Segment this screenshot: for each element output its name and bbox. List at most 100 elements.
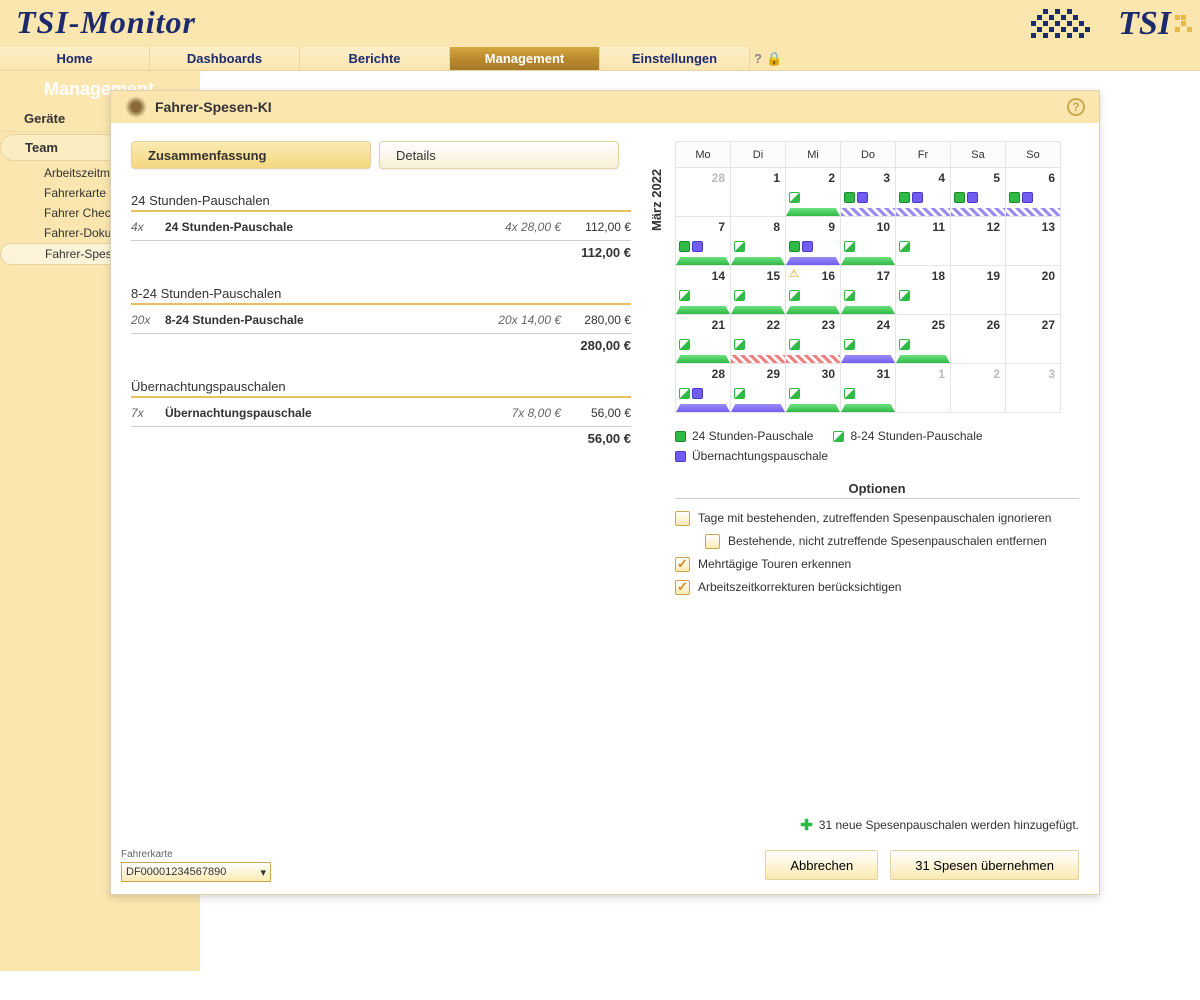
option-label: Bestehende, nicht zutreffende Spesenpaus… bbox=[728, 534, 1047, 548]
calendar-day[interactable]: 10 bbox=[841, 217, 896, 266]
driver-card-block: Fahrerkarte DF00001234567890 ▾ bbox=[121, 849, 271, 882]
calendar-day[interactable]: 14 bbox=[676, 266, 731, 315]
day-mark bbox=[679, 241, 690, 252]
calendar-day[interactable]: 29 bbox=[731, 364, 786, 413]
summary-row: 20x8-24 Stunden-Pauschale20x 14,00 €280,… bbox=[131, 313, 631, 327]
nav-item-einstellungen[interactable]: Einstellungen bbox=[600, 47, 750, 70]
calendar-day[interactable]: 27 bbox=[1006, 315, 1061, 364]
nav-item-management[interactable]: Management bbox=[450, 47, 600, 70]
tabs: Zusammenfassung Details bbox=[131, 141, 631, 169]
calendar-day[interactable]: 4 bbox=[896, 168, 951, 217]
weekday-header: Sa bbox=[951, 142, 1006, 168]
calendar-day[interactable]: 16 bbox=[786, 266, 841, 315]
calendar-day[interactable]: 2 bbox=[786, 168, 841, 217]
calendar-day[interactable]: 28 bbox=[676, 168, 731, 217]
calendar-day[interactable]: 11 bbox=[896, 217, 951, 266]
calendar-day[interactable]: 1 bbox=[896, 364, 951, 413]
calendar-day[interactable]: 28 bbox=[676, 364, 731, 413]
day-bar bbox=[676, 257, 730, 265]
calendar-day[interactable]: 26 bbox=[951, 315, 1006, 364]
day-bar bbox=[896, 208, 950, 216]
day-bar bbox=[951, 208, 1005, 216]
summary-row: 7xÜbernachtungspauschale7x 8,00 €56,00 € bbox=[131, 406, 631, 420]
cancel-button[interactable]: Abbrechen bbox=[765, 850, 878, 880]
day-bar bbox=[676, 404, 730, 412]
day-mark bbox=[844, 388, 855, 399]
section-title: 24 Stunden-Pauschalen bbox=[131, 193, 631, 212]
calendar-day[interactable]: 23 bbox=[786, 315, 841, 364]
weekday-header: So bbox=[1006, 142, 1061, 168]
calendar-day[interactable]: 1 bbox=[731, 168, 786, 217]
calendar-day[interactable]: 5 bbox=[951, 168, 1006, 217]
section-title: Übernachtungspauschalen bbox=[131, 379, 631, 398]
calendar-day[interactable]: 25 bbox=[896, 315, 951, 364]
calendar-day[interactable]: 3 bbox=[1006, 364, 1061, 413]
day-bar bbox=[841, 208, 895, 216]
checkbox[interactable] bbox=[675, 511, 690, 526]
help-icon[interactable]: ? bbox=[754, 51, 762, 66]
checkbox[interactable] bbox=[675, 580, 690, 595]
checkbox[interactable] bbox=[675, 557, 690, 572]
day-mark bbox=[844, 192, 855, 203]
calendar-day[interactable]: 24 bbox=[841, 315, 896, 364]
lock-icon[interactable]: 🔒 bbox=[766, 51, 782, 67]
panel-icon bbox=[125, 96, 147, 118]
calendar-day[interactable]: 17 bbox=[841, 266, 896, 315]
option-label: Arbeitszeitkorrekturen berücksichtigen bbox=[698, 580, 901, 594]
day-mark bbox=[692, 241, 703, 252]
tab-details[interactable]: Details bbox=[379, 141, 619, 169]
calendar-day[interactable]: 20 bbox=[1006, 266, 1061, 315]
calendar-day[interactable]: 30 bbox=[786, 364, 841, 413]
calendar-day[interactable]: 12 bbox=[951, 217, 1006, 266]
driver-card-select[interactable]: DF00001234567890 ▾ bbox=[121, 862, 271, 882]
nav-item-berichte[interactable]: Berichte bbox=[300, 47, 450, 70]
tsi-logo: TSI bbox=[1031, 0, 1192, 47]
calendar-month: März 2022 bbox=[649, 169, 664, 231]
calendar-day[interactable]: 18 bbox=[896, 266, 951, 315]
calendar-day[interactable]: 6 bbox=[1006, 168, 1061, 217]
day-mark bbox=[679, 339, 690, 350]
calendar-day[interactable]: 22 bbox=[731, 315, 786, 364]
day-bar bbox=[896, 355, 950, 363]
day-bar bbox=[841, 355, 895, 363]
option-row: Mehrtägige Touren erkennen bbox=[675, 557, 1079, 572]
driver-card-label: Fahrerkarte bbox=[121, 849, 271, 860]
chevron-down-icon: ▾ bbox=[260, 866, 266, 879]
day-mark bbox=[789, 241, 800, 252]
calendar: MoDiMiDoFrSaSo 2812345678910111213141516… bbox=[675, 141, 1061, 413]
day-mark bbox=[789, 388, 800, 399]
day-mark bbox=[899, 290, 910, 301]
day-mark bbox=[844, 241, 855, 252]
day-bar bbox=[786, 404, 840, 412]
calendar-day[interactable]: 9 bbox=[786, 217, 841, 266]
calendar-day[interactable]: 15 bbox=[731, 266, 786, 315]
tab-zusammenfassung[interactable]: Zusammenfassung bbox=[131, 141, 371, 169]
option-row: Bestehende, nicht zutreffende Spesenpaus… bbox=[705, 534, 1079, 549]
options-title: Optionen bbox=[675, 481, 1079, 499]
day-mark bbox=[734, 290, 745, 301]
calendar-day[interactable]: 2 bbox=[951, 364, 1006, 413]
legend-icon-8-24h bbox=[833, 431, 844, 442]
calendar-day[interactable]: 8 bbox=[731, 217, 786, 266]
app-header: TSI-Monitor TSI bbox=[0, 0, 1200, 47]
help-icon[interactable]: ? bbox=[1067, 98, 1085, 116]
plus-icon: ✚ bbox=[800, 816, 813, 834]
calendar-day[interactable]: 31 bbox=[841, 364, 896, 413]
calendar-day[interactable]: 7 bbox=[676, 217, 731, 266]
checkbox[interactable] bbox=[705, 534, 720, 549]
nav-item-home[interactable]: Home bbox=[0, 47, 150, 70]
day-mark bbox=[789, 339, 800, 350]
day-bar bbox=[731, 404, 785, 412]
calendar-day[interactable]: 3 bbox=[841, 168, 896, 217]
day-bar bbox=[731, 257, 785, 265]
day-bar bbox=[731, 355, 785, 363]
section-total: 56,00 € bbox=[131, 426, 631, 446]
nav-item-dashboards[interactable]: Dashboards bbox=[150, 47, 300, 70]
option-row: Arbeitszeitkorrekturen berücksichtigen bbox=[675, 580, 1079, 595]
calendar-day[interactable]: 13 bbox=[1006, 217, 1061, 266]
submit-button[interactable]: 31 Spesen übernehmen bbox=[890, 850, 1079, 880]
calendar-day[interactable]: 19 bbox=[951, 266, 1006, 315]
day-mark bbox=[954, 192, 965, 203]
calendar-day[interactable]: 21 bbox=[676, 315, 731, 364]
day-mark bbox=[912, 192, 923, 203]
